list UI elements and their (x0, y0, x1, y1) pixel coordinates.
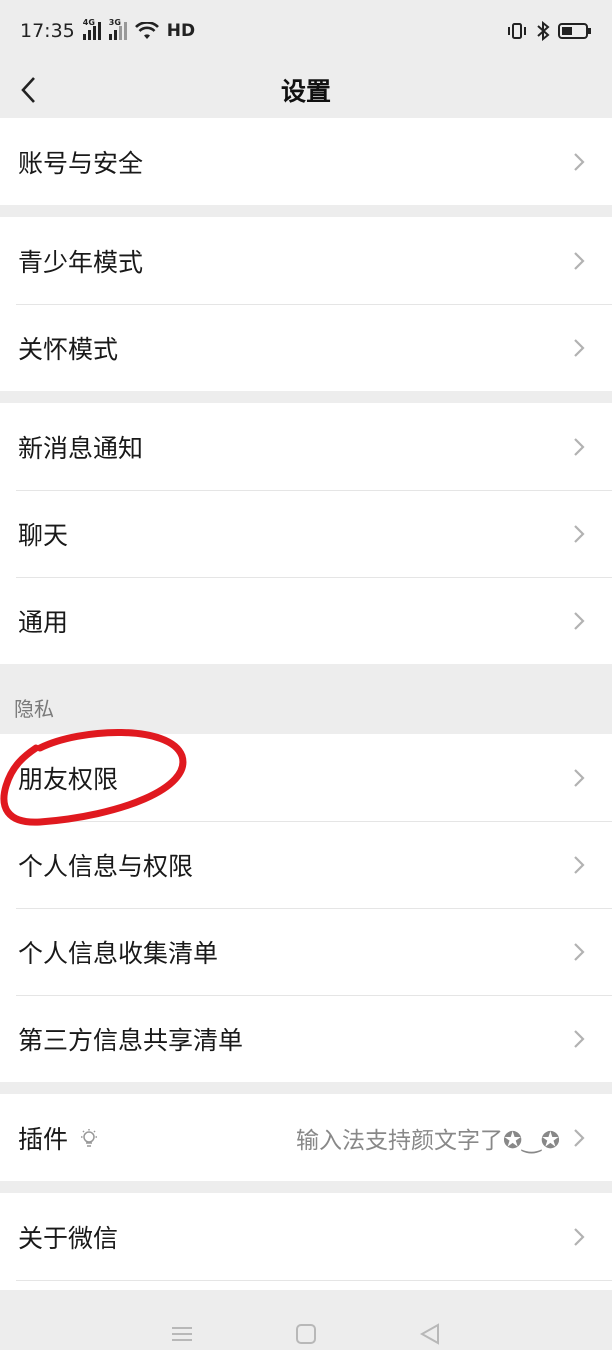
settings-item-label: 青少年模式 (18, 247, 144, 277)
signal-3g-icon: 3G (108, 18, 127, 40)
settings-item-account-security[interactable]: 账号与安全 (0, 118, 612, 205)
settings-group-modes: 青少年模式 关怀模式 (0, 217, 612, 391)
home-button[interactable] (291, 1322, 321, 1346)
hd-label: HD (166, 21, 196, 41)
settings-item-label: 账号与安全 (18, 148, 144, 178)
page-title: 设置 (280, 77, 331, 106)
settings-group-plugins: 插件 输入法支持颜文字了✪‿✪ (0, 1094, 612, 1181)
settings-group-account: 账号与安全 (0, 118, 612, 205)
settings-item-care-mode[interactable]: 关怀模式 (0, 304, 612, 391)
chevron-right-icon (574, 524, 585, 543)
settings-item-label: 第三方信息共享清单 (18, 1025, 244, 1055)
bluetooth-icon (537, 21, 550, 41)
settings-group-general: 新消息通知 聊天 通用 (0, 403, 612, 664)
chevron-right-icon (574, 152, 585, 171)
settings-item-notifications[interactable]: 新消息通知 (0, 403, 612, 490)
chevron-right-icon (574, 768, 585, 787)
settings-item-label: 通用 (18, 607, 69, 637)
settings-item-label: 插件 (18, 1124, 69, 1154)
settings-item-label: 聊天 (18, 520, 69, 550)
chevron-right-icon (574, 611, 585, 630)
chevron-right-icon (574, 942, 585, 961)
settings-item-label: 个人信息与权限 (18, 851, 194, 881)
battery-icon (558, 23, 591, 39)
menu-button[interactable] (167, 1322, 197, 1346)
chevron-right-icon (574, 251, 585, 270)
status-bar: 17:35 4G 3G HD (0, 0, 612, 62)
settings-item-general[interactable]: 通用 (0, 577, 612, 664)
settings-item-personal-info-permissions[interactable]: 个人信息与权限 (0, 821, 612, 908)
settings-item-chat[interactable]: 聊天 (0, 490, 612, 577)
nav-bar: 设置 (0, 62, 612, 118)
plugins-hint: 输入法支持颜文字了✪‿✪ (295, 1127, 560, 1154)
settings-item-friend-permissions[interactable]: 朋友权限 (0, 734, 612, 821)
wifi-icon (134, 22, 159, 39)
settings-item-label-wrap: 插件 (18, 1120, 98, 1156)
back-arrow-icon (21, 77, 35, 103)
vibrate-icon (508, 23, 526, 39)
home-icon (296, 1324, 316, 1344)
menu-icon (172, 1327, 192, 1341)
chevron-right-icon (574, 1029, 585, 1048)
back-nav-button[interactable] (415, 1322, 445, 1346)
back-button[interactable] (8, 68, 48, 112)
back-triangle-icon (419, 1323, 439, 1345)
chevron-right-icon (574, 1227, 585, 1246)
section-title-privacy: 隐私 (14, 697, 54, 721)
settings-item-label: 朋友权限 (18, 764, 119, 794)
chevron-right-icon (574, 338, 585, 357)
settings-item-label: 个人信息收集清单 (18, 938, 219, 968)
chevron-right-icon (574, 855, 585, 874)
bulb-icon (81, 1128, 98, 1147)
settings-item-label: 关怀模式 (18, 334, 119, 364)
settings-item-about-wechat[interactable]: 关于微信 (0, 1193, 612, 1280)
settings-item-info-collection-list[interactable]: 个人信息收集清单 (0, 908, 612, 995)
system-navigation-bar (0, 1290, 612, 1350)
settings-item-label: 关于微信 (18, 1223, 119, 1253)
status-time: 17:35 (20, 20, 75, 42)
chevron-right-icon (574, 437, 585, 456)
settings-item-third-party-sharing-list[interactable]: 第三方信息共享清单 (0, 995, 612, 1082)
settings-item-plugins[interactable]: 插件 输入法支持颜文字了✪‿✪ (0, 1094, 612, 1181)
settings-group-privacy: 朋友权限 个人信息与权限 个人信息收集清单 第三方信息共享清单 (0, 728, 612, 1082)
settings-item-right: 输入法支持颜文字了✪‿✪ (296, 1121, 586, 1155)
signal-4g-icon: 4G (82, 18, 101, 40)
settings-group-about: 关于微信 (0, 1193, 612, 1298)
settings-item-teen-mode[interactable]: 青少年模式 (0, 217, 612, 304)
settings-item-label: 新消息通知 (18, 433, 144, 463)
chevron-right-icon (574, 1128, 585, 1147)
